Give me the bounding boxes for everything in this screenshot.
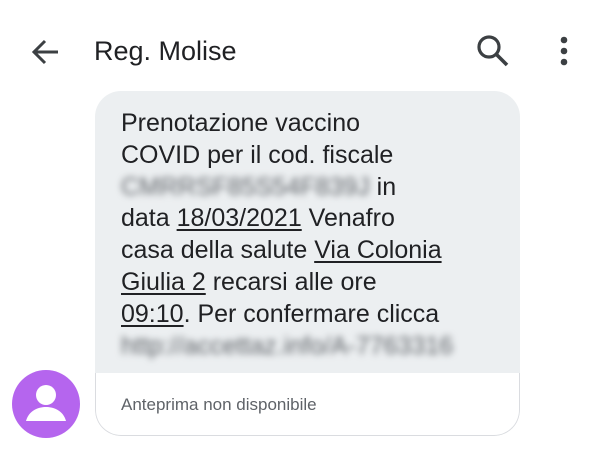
redacted-fiscal-code: CMRRSF85S54F839J [121, 172, 370, 201]
avatar[interactable] [12, 370, 80, 438]
message-line: 09:10. Per confermare clicca [121, 299, 440, 328]
message-line: Giulia 2 recarsi alle ore [121, 267, 377, 296]
date-link[interactable]: 18/03/2021 [177, 204, 302, 232]
search-button[interactable] [474, 32, 512, 70]
redacted-link[interactable]: http://accettaz.info/A-7763316 [121, 331, 453, 363]
arrow-back-icon [31, 39, 58, 65]
preview-unavailable-label: Anteprima non disponibile [121, 395, 317, 414]
message-line: data 18/03/2021 Venafro [121, 204, 395, 233]
back-button[interactable] [28, 34, 64, 70]
message-line: CMRRSF85S54F839J in [121, 172, 500, 204]
more-options-button[interactable] [548, 32, 580, 70]
more-vert-icon [560, 36, 568, 66]
conversation-title: Reg. Molise [94, 36, 237, 66]
link-preview[interactable]: Anteprima non disponibile [95, 373, 520, 436]
search-icon [477, 35, 509, 67]
message-line: Prenotazione vaccino [121, 109, 361, 137]
address-link-part1[interactable]: Via Colonia [314, 236, 441, 264]
message-bubble[interactable]: Prenotazione vaccino COVID per il cod. f… [95, 91, 520, 436]
message-line: COVID per il cod. fiscale [121, 140, 394, 169]
time-link[interactable]: 09:10 [121, 300, 184, 328]
message-line: casa della salute Via Colonia [121, 236, 442, 265]
person-icon [26, 385, 66, 421]
message-line: http://accettaz.info/A-7763316 [121, 331, 500, 363]
message-text: Prenotazione vaccino COVID per il cod. f… [95, 91, 520, 373]
address-link-part2[interactable]: Giulia 2 [121, 268, 206, 296]
app-bar: Reg. Molise [0, 0, 600, 100]
